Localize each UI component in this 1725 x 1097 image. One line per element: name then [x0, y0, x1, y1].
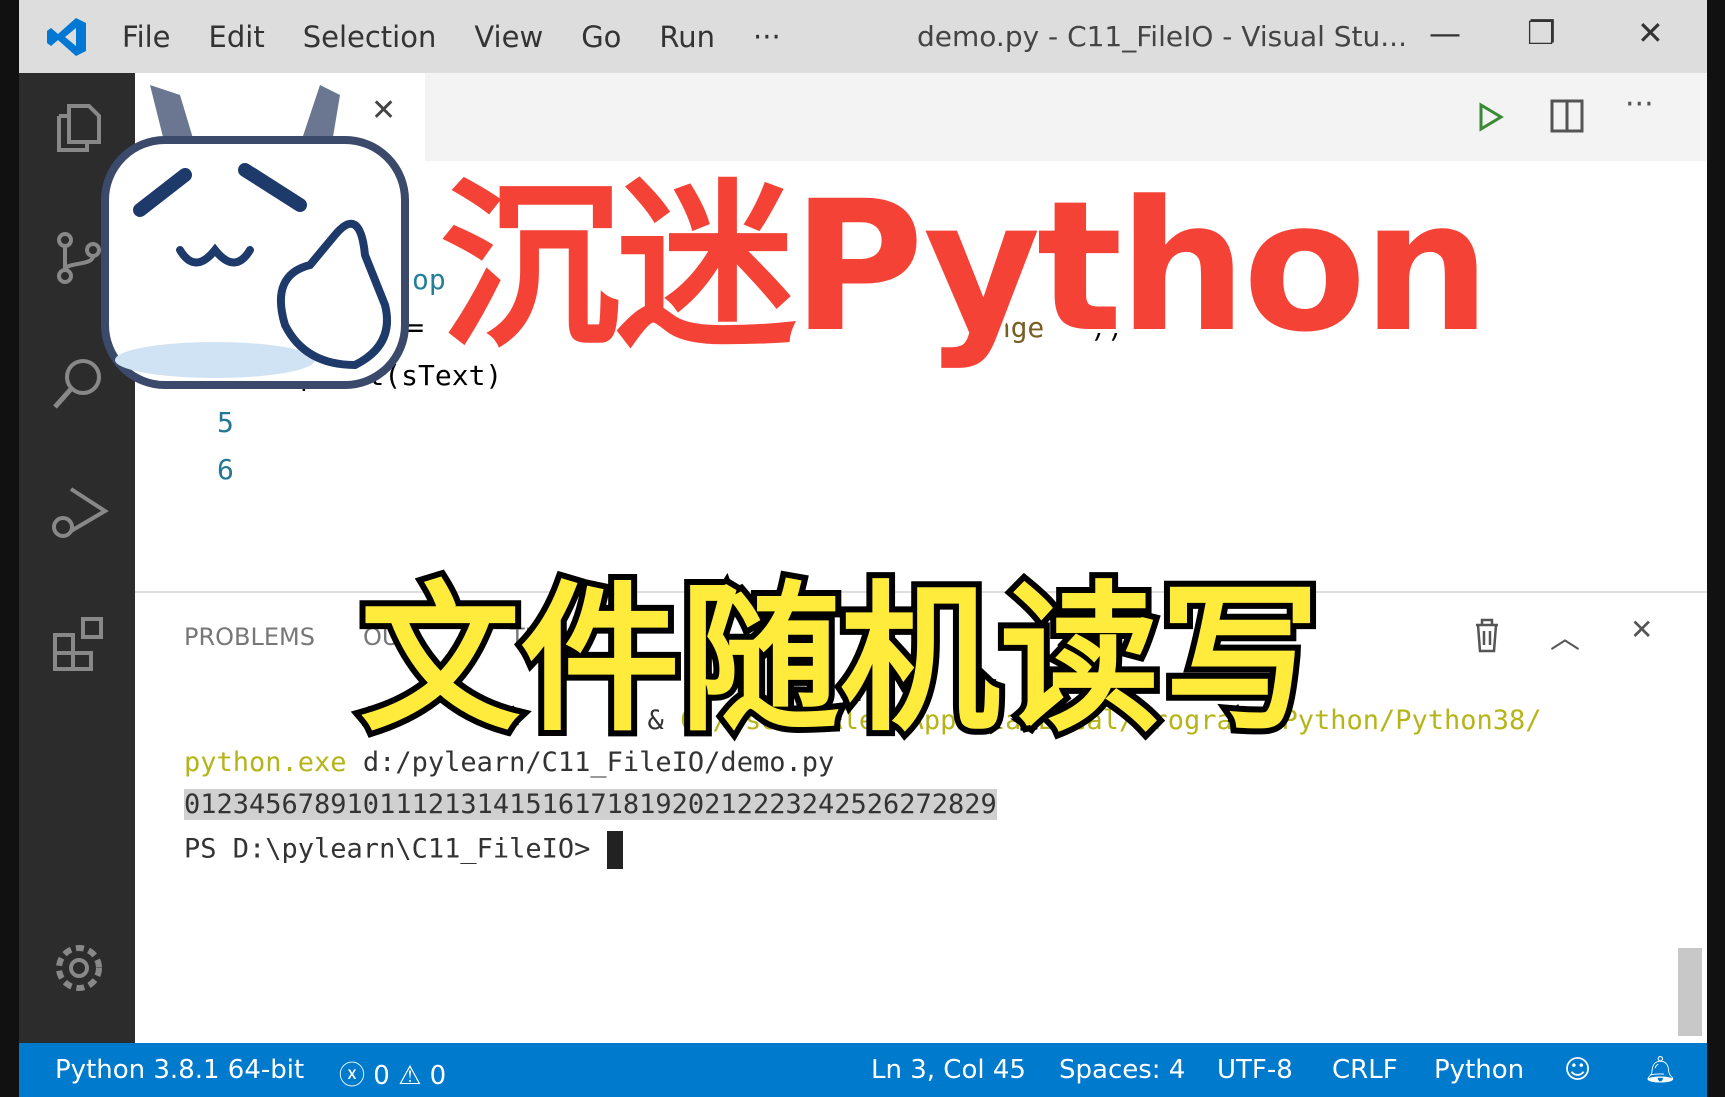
error-icon: ⓧ: [339, 1061, 374, 1091]
warning-icon: ⚠: [389, 1061, 430, 1091]
menu-go[interactable]: Go: [581, 20, 621, 54]
overlay-subtitle: 文件随机读写: [354, 560, 1326, 759]
terminal-prompt: PS D:\pylearn\C11_FileIO>: [184, 833, 607, 865]
feedback-icon[interactable]: ☺: [1564, 1055, 1591, 1085]
close-window-button[interactable]: ✕: [1637, 14, 1664, 52]
menu-bar: File Edit Selection View Go Run ···: [122, 20, 819, 54]
notifications-bell-icon[interactable]: 🔔︎: [1644, 1055, 1677, 1085]
cursor-position[interactable]: Ln 3, Col 45: [871, 1055, 1026, 1085]
menu-edit[interactable]: Edit: [209, 20, 265, 54]
line-number: 5: [217, 406, 234, 439]
maximize-panel-icon[interactable]: ︿: [1550, 613, 1580, 657]
status-bar: Python 3.8.1 64-bit ⓧ 0 ⚠ 0 Ln 3, Col 45…: [19, 1043, 1707, 1097]
minimize-button[interactable]: —: [1429, 14, 1461, 52]
right-edge: [1707, 0, 1725, 1097]
close-panel-icon[interactable]: ✕: [1630, 613, 1653, 646]
line-ending[interactable]: CRLF: [1332, 1055, 1398, 1085]
overlay-title: 沉迷Python: [436, 159, 1495, 376]
left-edge: [0, 0, 19, 1097]
title-bar: File Edit Selection View Go Run ··· demo…: [19, 0, 1707, 73]
python-interpreter[interactable]: Python 3.8.1 64-bit: [55, 1055, 304, 1085]
menu-view[interactable]: View: [474, 20, 543, 54]
indentation[interactable]: Spaces: 4: [1059, 1055, 1185, 1085]
terminal-exe: python.exe: [184, 747, 347, 778]
tab-problems[interactable]: PROBLEMS: [184, 623, 315, 651]
menu-selection[interactable]: Selection: [303, 20, 437, 54]
extensions-icon[interactable]: [49, 613, 109, 673]
problems-status[interactable]: ⓧ 0 ⚠ 0: [339, 1055, 446, 1092]
vscode-logo-icon: [37, 0, 97, 73]
window-title: demo.py - C11_FileIO - Visual Stu...: [917, 20, 1407, 53]
settings-gear-icon[interactable]: [49, 938, 109, 998]
language-mode[interactable]: Python: [1434, 1055, 1524, 1085]
encoding[interactable]: UTF-8: [1217, 1055, 1293, 1085]
menu-run[interactable]: Run: [659, 20, 715, 54]
run-debug-icon[interactable]: [49, 483, 109, 543]
menu-file[interactable]: File: [122, 20, 171, 54]
menu-more[interactable]: ···: [753, 20, 781, 54]
error-count: 0: [373, 1061, 390, 1091]
mascot-sticker-icon: [101, 85, 409, 389]
terminal-output[interactable]: 0123456789101112131415161718192021222324…: [184, 789, 997, 820]
restore-button[interactable]: ❐: [1527, 14, 1556, 52]
panel-scrollbar[interactable]: [1678, 948, 1702, 1036]
line-number: 6: [217, 453, 234, 486]
warning-count: 0: [429, 1061, 447, 1091]
more-actions-icon[interactable]: ···: [1625, 87, 1654, 122]
trash-icon[interactable]: [1472, 617, 1502, 653]
split-editor-icon[interactable]: [1550, 99, 1584, 133]
terminal-cursor: [606, 831, 623, 869]
